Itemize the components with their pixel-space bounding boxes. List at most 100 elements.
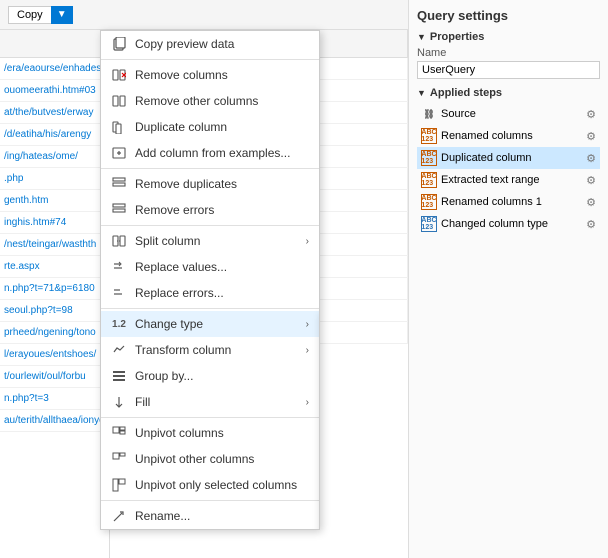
menu-item-change-type[interactable]: 1.2 Change type › 1.2 Decimal number $ C… bbox=[101, 311, 319, 337]
menu-item-add-from-examples[interactable]: Add column from examples... bbox=[101, 140, 319, 166]
group-by-icon bbox=[111, 368, 127, 384]
step-label: Extracted text range bbox=[441, 174, 539, 186]
step-item-extracted_text[interactable]: ABC123 Extracted text range ⚙ bbox=[417, 169, 600, 191]
separator bbox=[101, 500, 319, 501]
menu-item-split-column[interactable]: Split column › bbox=[101, 228, 319, 254]
url-cell: seoul.php?t=98 bbox=[0, 300, 109, 322]
group-by-label: Group by... bbox=[135, 369, 309, 383]
menu-item-remove-dupes[interactable]: Remove duplicates bbox=[101, 171, 319, 197]
url-cell: n.php?t=71&p=6180 bbox=[0, 278, 109, 300]
step-label: Renamed columns bbox=[441, 130, 533, 142]
separator bbox=[101, 417, 319, 418]
menu-item-copy-preview[interactable]: Copy preview data bbox=[101, 31, 319, 57]
step-item-changed_col_type[interactable]: ABC123 Changed column type ⚙ bbox=[417, 213, 600, 235]
replace-errors-label: Replace errors... bbox=[135, 286, 309, 300]
panel-title: Query settings bbox=[417, 8, 600, 23]
unpivot-other-label: Unpivot other columns bbox=[135, 452, 309, 466]
menu-item-unpivot-only-selected[interactable]: Unpivot only selected columns bbox=[101, 472, 319, 498]
duplicate-column-label: Duplicate column bbox=[135, 120, 309, 134]
step-label: Renamed columns 1 bbox=[441, 196, 542, 208]
url-cell: ouomeerathi.htm#03 bbox=[0, 80, 109, 102]
rename-label: Rename... bbox=[135, 509, 309, 523]
step-settings-icon[interactable]: ⚙ bbox=[586, 108, 596, 121]
copy-preview-label: Copy preview data bbox=[135, 37, 309, 51]
transform-column-arrow: › bbox=[306, 345, 309, 356]
menu-item-fill[interactable]: Fill › bbox=[101, 389, 319, 415]
url-cell: /era/eaourse/enhades/ bbox=[0, 58, 109, 80]
change-type-label: Change type bbox=[135, 317, 298, 331]
query-settings-panel: Query settings ▼ Properties Name ▼ Appli… bbox=[408, 0, 608, 558]
unpivot-only-icon bbox=[111, 477, 127, 493]
step-settings-icon[interactable]: ⚙ bbox=[586, 152, 596, 165]
separator bbox=[101, 225, 319, 226]
separator bbox=[101, 308, 319, 309]
step-item-source[interactable]: ⛓ Source ⚙ bbox=[417, 103, 600, 125]
menu-item-duplicate-column[interactable]: Duplicate column bbox=[101, 114, 319, 140]
step-icon-num: ABC123 bbox=[421, 216, 437, 232]
step-settings-icon[interactable]: ⚙ bbox=[586, 130, 596, 143]
steps-list: ⛓Source⚙ABC123Renamed columns⚙ABC123Dupl… bbox=[417, 103, 600, 235]
split-column-arrow: › bbox=[306, 236, 309, 247]
copy-dropdown-arrow[interactable]: ▼ bbox=[51, 6, 73, 24]
add-from-examples-label: Add column from examples... bbox=[135, 146, 309, 160]
applied-steps-label: Applied steps bbox=[430, 87, 502, 99]
applied-steps-section: ▼ Applied steps bbox=[417, 87, 600, 99]
remove-errors-label: Remove errors bbox=[135, 203, 309, 217]
remove-dupes-label: Remove duplicates bbox=[135, 177, 309, 191]
properties-label: Properties bbox=[430, 31, 484, 43]
separator bbox=[101, 168, 319, 169]
step-icon-abc: ABC123 bbox=[421, 172, 437, 188]
menu-item-move[interactable]: Move › bbox=[101, 529, 319, 530]
remove-other-columns-label: Remove other columns bbox=[135, 94, 309, 108]
remove-errors-icon bbox=[111, 202, 127, 218]
menu-item-remove-columns[interactable]: Remove columns bbox=[101, 62, 319, 88]
menu-item-unpivot-columns[interactable]: Unpivot columns bbox=[101, 420, 319, 446]
step-item-renamed_cols1[interactable]: ABC123 Renamed columns 1 ⚙ bbox=[417, 191, 600, 213]
change-type-submenu: 1.2 Decimal number $ Currency 1²3 Whole … bbox=[319, 311, 320, 530]
toolbar: Copy ▼ bbox=[0, 0, 408, 30]
step-settings-icon[interactable]: ⚙ bbox=[586, 218, 596, 231]
url-cell: n.php?t=3 bbox=[0, 388, 109, 410]
menu-item-rename[interactable]: Rename... bbox=[101, 503, 319, 529]
menu-item-replace-errors[interactable]: Replace errors... bbox=[101, 280, 319, 306]
url-cell: /ing/hateas/ome/ bbox=[0, 146, 109, 168]
step-item-duplicated_col[interactable]: ABC123Duplicated column⚙ bbox=[417, 147, 600, 169]
step-label: Source bbox=[441, 108, 476, 120]
copy-button-label[interactable]: Copy bbox=[8, 6, 51, 24]
step-settings-icon[interactable]: ⚙ bbox=[586, 174, 596, 187]
menu-item-unpivot-other-columns[interactable]: Unpivot other columns bbox=[101, 446, 319, 472]
replace-errors-icon bbox=[111, 285, 127, 301]
url-cell: t/ourlewit/oul/forbu bbox=[0, 366, 109, 388]
menu-item-remove-other-columns[interactable]: Remove other columns bbox=[101, 88, 319, 114]
unpivot-columns-label: Unpivot columns bbox=[135, 426, 309, 440]
copy-split-button[interactable]: Copy ▼ bbox=[8, 6, 73, 24]
url-cell: prheed/ngening/tono bbox=[0, 322, 109, 344]
menu-item-group-by[interactable]: Group by... bbox=[101, 363, 319, 389]
name-label: Name bbox=[417, 47, 600, 59]
name-input[interactable] bbox=[417, 61, 600, 79]
step-icon-chain: ⛓ bbox=[421, 106, 437, 122]
url-cell: inghis.htm#74 bbox=[0, 212, 109, 234]
remove-dupes-icon bbox=[111, 176, 127, 192]
menu-item-replace-values[interactable]: Replace values... bbox=[101, 254, 319, 280]
step-settings-icon[interactable]: ⚙ bbox=[586, 196, 596, 209]
change-type-icon: 1.2 bbox=[111, 316, 127, 332]
url-cell: au/terith/allthaea/ionyouarewa.php?t=17&… bbox=[0, 410, 109, 432]
menu-item-remove-errors[interactable]: Remove errors bbox=[101, 197, 319, 223]
unpivot-only-label: Unpivot only selected columns bbox=[135, 478, 309, 492]
menu-item-transform-column[interactable]: Transform column › bbox=[101, 337, 319, 363]
remove-columns-icon bbox=[111, 67, 127, 83]
context-menu: Copy preview data Remove columns Remove … bbox=[100, 30, 320, 530]
url-cell: /d/eatiha/his/arengy bbox=[0, 124, 109, 146]
url-cell: .php bbox=[0, 168, 109, 190]
step-icon-abc: ABC123 bbox=[421, 194, 437, 210]
step-icon-abc: ABC123 bbox=[421, 128, 437, 144]
copy-preview-icon bbox=[111, 36, 127, 52]
step-label: Changed column type bbox=[441, 218, 548, 230]
url-cell: rte.aspx bbox=[0, 256, 109, 278]
url-cell: at/the/butvest/erway bbox=[0, 102, 109, 124]
transform-column-label: Transform column bbox=[135, 343, 298, 357]
step-item-renamed_cols[interactable]: ABC123 Renamed columns ⚙ bbox=[417, 125, 600, 147]
split-column-icon bbox=[111, 233, 127, 249]
url-cell: /nest/teingar/wasthth bbox=[0, 234, 109, 256]
